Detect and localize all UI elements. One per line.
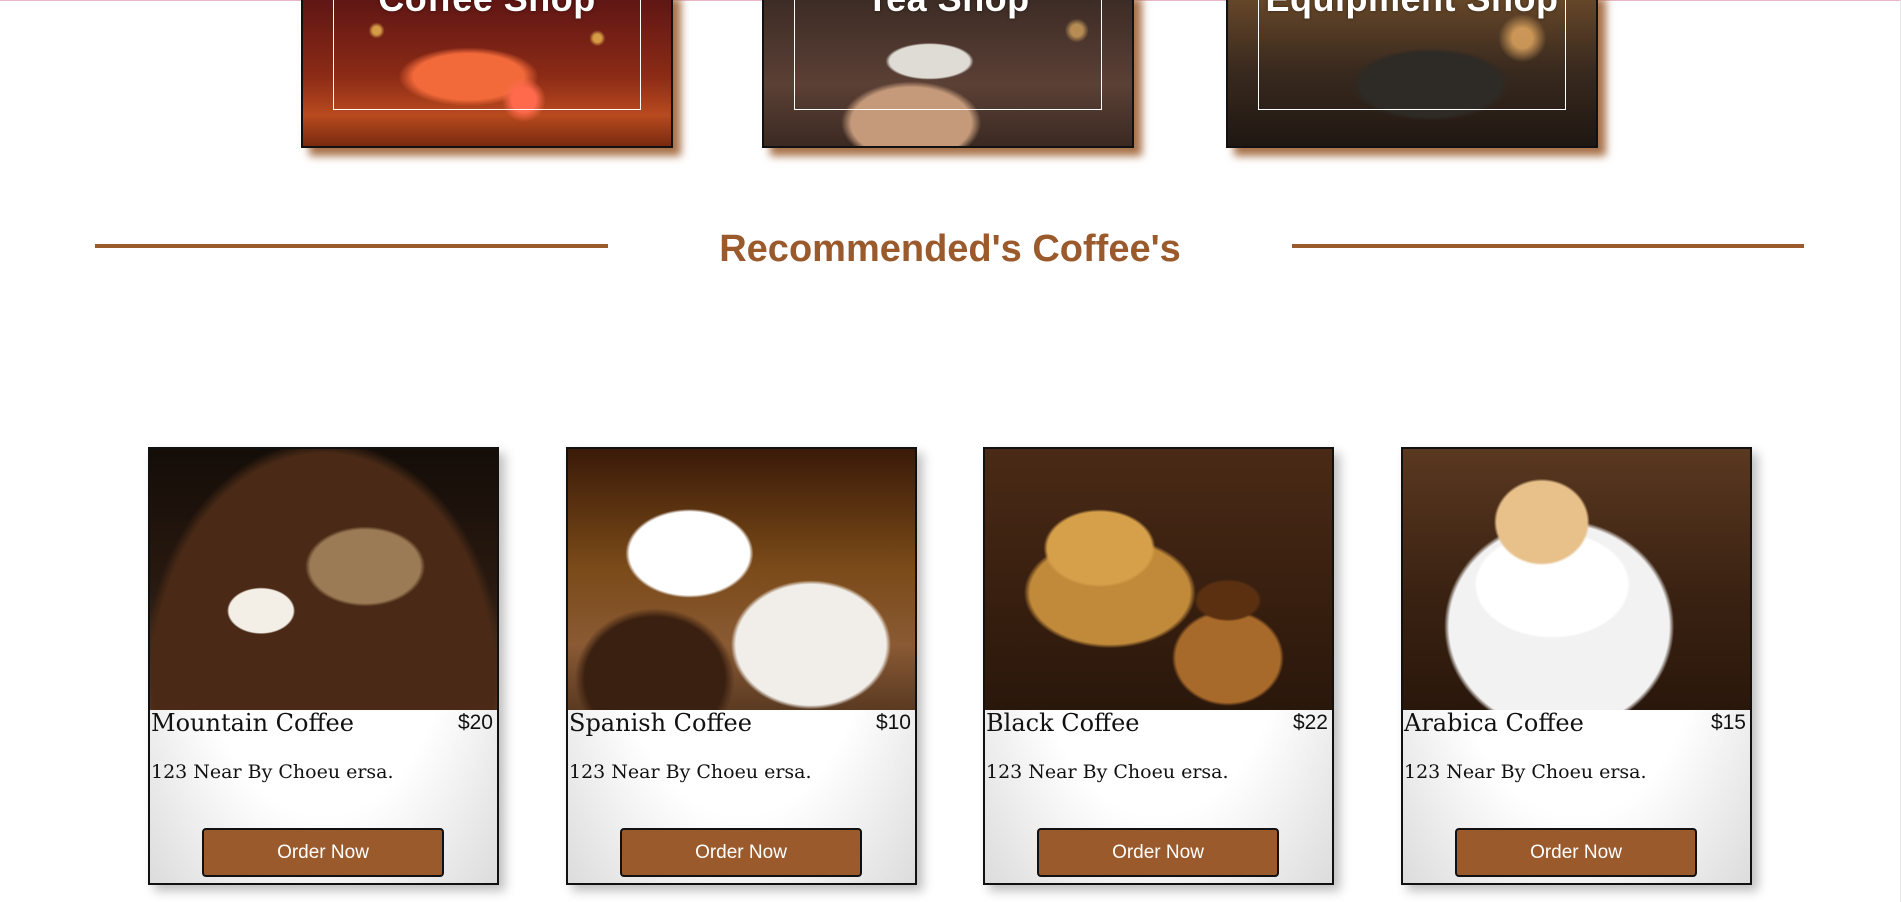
product-name: Arabica Coffee bbox=[1404, 709, 1584, 737]
order-now-button[interactable]: Order Now bbox=[620, 828, 862, 877]
product-price: $20 bbox=[457, 711, 493, 734]
shop-label: Coffee Shop bbox=[303, 0, 671, 20]
section-title: Recommended's Coffee's bbox=[719, 228, 1181, 270]
product-card: Arabica Coffee $15 123 Near By Choeu ers… bbox=[1401, 447, 1752, 885]
product-price: $22 bbox=[1292, 711, 1328, 734]
order-now-button[interactable]: Order Now bbox=[202, 828, 444, 877]
product-image bbox=[985, 449, 1332, 710]
product-image bbox=[150, 449, 497, 710]
product-image bbox=[1403, 449, 1750, 710]
product-name: Mountain Coffee bbox=[151, 709, 354, 737]
product-address: 123 Near By Choeu ersa. bbox=[986, 761, 1229, 783]
product-image bbox=[568, 449, 915, 710]
product-card: Mountain Coffee $20 123 Near By Choeu er… bbox=[148, 447, 499, 885]
shop-card-equipment[interactable]: Equipment Shop bbox=[1226, 0, 1598, 148]
product-address: 123 Near By Choeu ersa. bbox=[1404, 761, 1647, 783]
section-divider-right bbox=[1292, 244, 1804, 248]
shop-label: Equipment Shop bbox=[1228, 0, 1596, 20]
order-now-button[interactable]: Order Now bbox=[1455, 828, 1697, 877]
product-address: 123 Near By Choeu ersa. bbox=[151, 761, 394, 783]
product-name: Spanish Coffee bbox=[569, 709, 752, 737]
product-card: Black Coffee $22 123 Near By Choeu ersa.… bbox=[983, 447, 1334, 885]
product-name: Black Coffee bbox=[986, 709, 1140, 737]
product-price: $15 bbox=[1710, 711, 1746, 734]
product-address: 123 Near By Choeu ersa. bbox=[569, 761, 812, 783]
section-divider-left bbox=[95, 244, 608, 248]
shop-card-coffee[interactable]: Coffee Shop bbox=[301, 0, 673, 148]
order-now-button[interactable]: Order Now bbox=[1037, 828, 1279, 877]
product-price: $10 bbox=[875, 711, 911, 734]
shop-card-tea[interactable]: Tea Shop bbox=[762, 0, 1134, 148]
product-card: Spanish Coffee $10 123 Near By Choeu ers… bbox=[566, 447, 917, 885]
shop-label: Tea Shop bbox=[764, 0, 1132, 20]
